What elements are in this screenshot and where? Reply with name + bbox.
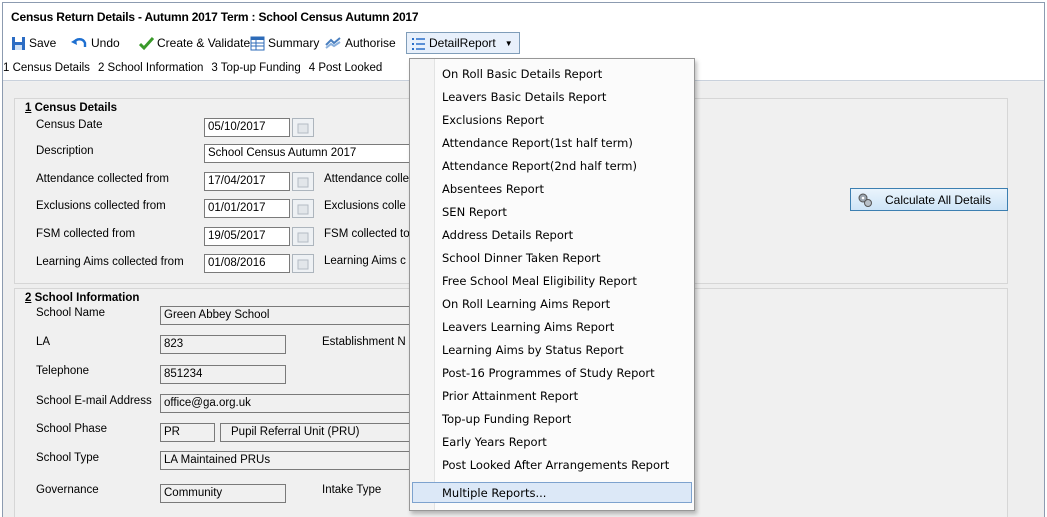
undo-button[interactable]: Undo bbox=[71, 34, 120, 52]
school-type-field: LA Maintained PRUs bbox=[160, 451, 410, 470]
menu-item-attendance-report-1st-half-term[interactable]: Attendance Report(1st half term) bbox=[412, 132, 692, 153]
calendar-icon[interactable] bbox=[292, 118, 314, 137]
tab-school-information[interactable]: 2 School Information bbox=[98, 62, 203, 74]
menu-item-post-16-programmes-of-study-report[interactable]: Post-16 Programmes of Study Report bbox=[412, 362, 692, 383]
save-icon bbox=[12, 36, 25, 50]
create-validate-button[interactable]: Create & Validate bbox=[139, 34, 250, 52]
calendar-icon[interactable] bbox=[292, 199, 314, 218]
detail-report-label: DetailReport bbox=[429, 36, 496, 50]
calendar-icon[interactable] bbox=[292, 227, 314, 246]
intake-type-label: Intake Type bbox=[322, 484, 382, 496]
school-information-heading: 2 School Information bbox=[25, 292, 140, 304]
window-title: Census Return Details - Autumn 2017 Term… bbox=[3, 3, 1044, 29]
establishment-label: Establishment N bbox=[322, 336, 406, 348]
la-label: LA bbox=[36, 336, 51, 348]
menu-item-address-details-report[interactable]: Address Details Report bbox=[412, 224, 692, 245]
attendance-from-field[interactable]: 17/04/2017 bbox=[204, 172, 290, 191]
menu-item-learning-aims-by-status-report[interactable]: Learning Aims by Status Report bbox=[412, 339, 692, 360]
census-details-heading: 1 Census Details bbox=[25, 102, 118, 114]
authorise-icon bbox=[325, 36, 341, 49]
menu-item-free-school-meal-eligibility-report[interactable]: Free School Meal Eligibility Report bbox=[412, 270, 692, 291]
menu-item-school-dinner-taken-report[interactable]: School Dinner Taken Report bbox=[412, 247, 692, 268]
menu-item-top-up-funding-report[interactable]: Top-up Funding Report bbox=[412, 408, 692, 429]
save-label: Save bbox=[29, 36, 57, 50]
menu-item-leavers-learning-aims-report[interactable]: Leavers Learning Aims Report bbox=[412, 316, 692, 337]
save-button[interactable]: Save bbox=[11, 34, 56, 52]
fsm-to-label: FSM collected to bbox=[324, 228, 410, 240]
menu-item-leavers-basic-details-report[interactable]: Leavers Basic Details Report bbox=[412, 86, 692, 107]
calculator-gear-icon bbox=[858, 193, 872, 207]
exclusions-to-label: Exclusions colle bbox=[324, 200, 406, 212]
census-date-label: Census Date bbox=[36, 119, 103, 131]
menu-item-absentees-report[interactable]: Absentees Report bbox=[412, 178, 692, 199]
menu-item-prior-attainment-report[interactable]: Prior Attainment Report bbox=[412, 385, 692, 406]
menu-item-early-years-report[interactable]: Early Years Report bbox=[412, 431, 692, 452]
summary-table-icon bbox=[250, 36, 265, 50]
learning-aims-from-field[interactable]: 01/08/2016 bbox=[204, 254, 290, 273]
governance-label: Governance bbox=[36, 484, 99, 496]
tab-top-up-funding[interactable]: 3 Top-up Funding bbox=[211, 62, 300, 74]
learning-aims-to-label: Learning Aims c bbox=[324, 255, 406, 267]
tab-post-looked-after[interactable]: 4 Post Looked bbox=[309, 62, 383, 74]
menu-item-sen-report[interactable]: SEN Report bbox=[412, 201, 692, 222]
chevron-down-icon: ▼ bbox=[504, 38, 513, 48]
menu-item-on-roll-learning-aims-report[interactable]: On Roll Learning Aims Report bbox=[412, 293, 692, 314]
summary-button[interactable]: Summary bbox=[250, 34, 319, 52]
calendar-icon[interactable] bbox=[292, 254, 314, 273]
create-validate-label: Create & Validate bbox=[157, 36, 251, 50]
description-label: Description bbox=[36, 145, 94, 157]
menu-item-post-looked-after-arrangements-report[interactable]: Post Looked After Arrangements Report bbox=[412, 454, 692, 475]
menu-item-attendance-report-2nd-half-term[interactable]: Attendance Report(2nd half term) bbox=[412, 155, 692, 176]
summary-label: Summary bbox=[268, 36, 320, 50]
telephone-field: 851234 bbox=[160, 365, 286, 384]
authorise-label: Authorise bbox=[345, 36, 396, 50]
school-phase-label: School Phase bbox=[36, 423, 107, 435]
calculate-all-details-button[interactable]: Calculate All Details bbox=[850, 188, 1008, 211]
governance-field: Community bbox=[160, 484, 286, 503]
attendance-to-label: Attendance colle bbox=[324, 173, 410, 185]
detail-report-button[interactable]: DetailReport ▼ bbox=[406, 32, 520, 54]
school-name-field: Green Abbey School bbox=[160, 306, 410, 325]
learning-aims-from-label: Learning Aims collected from bbox=[36, 256, 184, 268]
exclusions-from-field[interactable]: 01/01/2017 bbox=[204, 199, 290, 218]
undo-icon bbox=[71, 37, 87, 47]
undo-label: Undo bbox=[91, 36, 120, 50]
description-field[interactable]: School Census Autumn 2017 bbox=[204, 144, 410, 163]
menu-item-on-roll-basic-details-report[interactable]: On Roll Basic Details Report bbox=[412, 63, 692, 84]
checkmark-icon bbox=[139, 36, 154, 50]
email-field: office@ga.org.uk bbox=[160, 394, 410, 413]
menu-item-exclusions-report[interactable]: Exclusions Report bbox=[412, 109, 692, 130]
calendar-icon[interactable] bbox=[292, 172, 314, 191]
school-name-label: School Name bbox=[36, 307, 106, 319]
calculate-all-details-label: Calculate All Details bbox=[885, 192, 992, 207]
school-phase-desc-field: Pupil Referral Unit (PRU) bbox=[220, 423, 410, 442]
la-field: 823 bbox=[160, 335, 286, 354]
fsm-from-field[interactable]: 19/05/2017 bbox=[204, 227, 290, 246]
email-label: School E-mail Address bbox=[36, 395, 152, 407]
census-date-field[interactable]: 05/10/2017 bbox=[204, 118, 290, 137]
school-phase-code-field: PR bbox=[160, 423, 215, 442]
telephone-label: Telephone bbox=[36, 365, 90, 377]
list-icon bbox=[412, 37, 425, 50]
detail-report-menu: On Roll Basic Details Report Leavers Basi… bbox=[409, 58, 695, 511]
menu-item-multiple-reports[interactable]: Multiple Reports... bbox=[412, 482, 692, 503]
census-return-window: Census Return Details - Autumn 2017 Term… bbox=[2, 2, 1045, 517]
fsm-from-label: FSM collected from bbox=[36, 228, 136, 240]
attendance-from-label: Attendance collected from bbox=[36, 173, 169, 185]
authorise-button[interactable]: Authorise bbox=[325, 34, 396, 52]
exclusions-from-label: Exclusions collected from bbox=[36, 200, 166, 212]
school-type-label: School Type bbox=[36, 452, 100, 464]
tab-census-details[interactable]: 1 Census Details bbox=[3, 62, 90, 74]
toolbar: Save Undo Create & Validate Summary Auth… bbox=[3, 29, 1044, 57]
